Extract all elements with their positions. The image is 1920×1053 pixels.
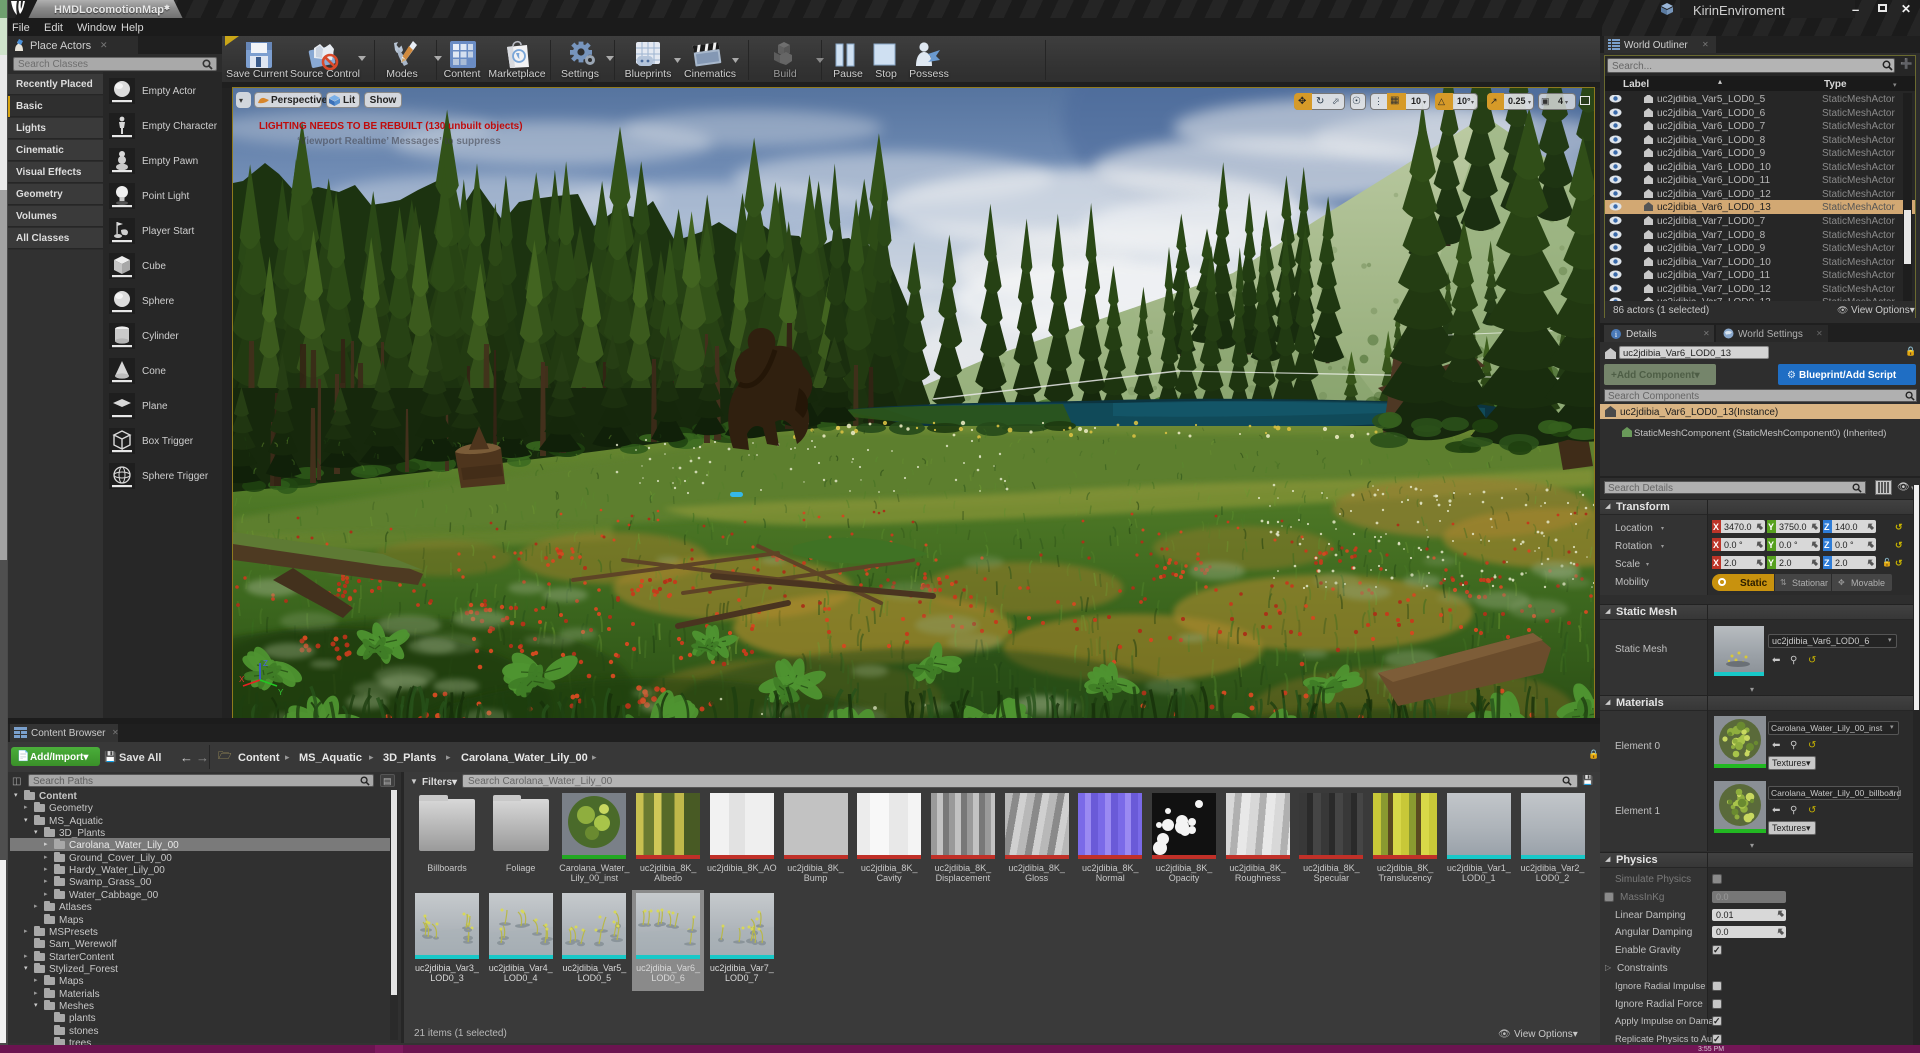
svg-text:Y: Y xyxy=(278,688,284,697)
svg-text:X: X xyxy=(239,675,245,684)
svg-text:Z: Z xyxy=(263,659,268,668)
